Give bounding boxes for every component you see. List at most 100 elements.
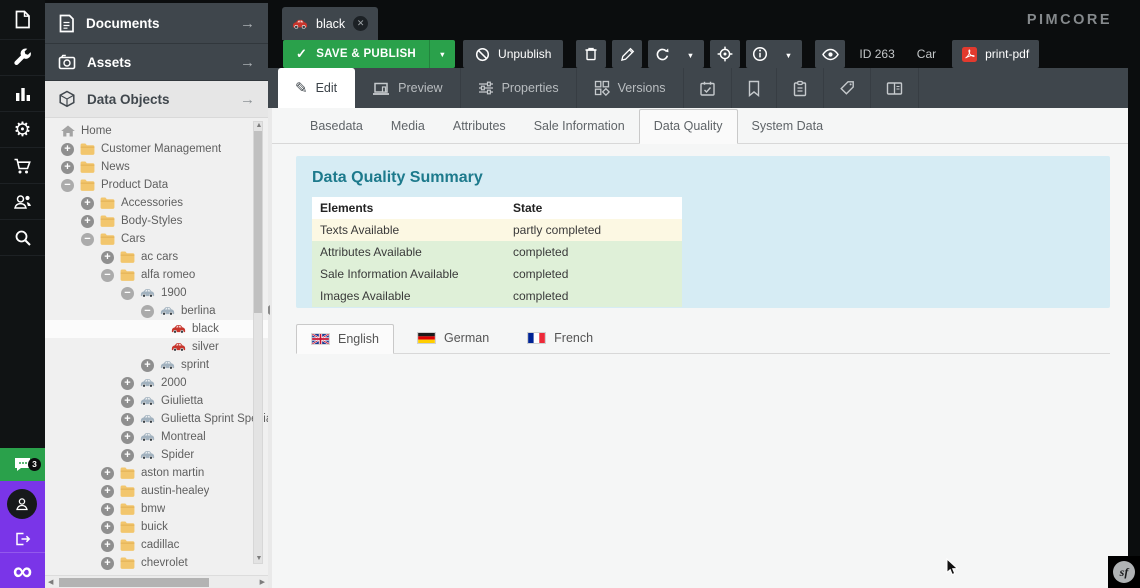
rail-ecommerce-button[interactable] — [0, 148, 45, 184]
expand-icon[interactable] — [121, 413, 134, 426]
tree-item-bmw[interactable]: bmw — [45, 500, 268, 518]
expand-icon[interactable] — [61, 143, 74, 156]
accordion-documents[interactable]: Documents — [45, 3, 268, 44]
tree-item-2000[interactable]: 2000 — [45, 374, 268, 392]
tree-item-buick[interactable]: buick — [45, 518, 268, 536]
tab-notes-events[interactable] — [777, 68, 824, 108]
collapse-icon[interactable] — [61, 179, 74, 192]
tree-item-gulietta-sprint-speciale[interactable]: Gulietta Sprint Specia — [45, 410, 268, 428]
expand-icon[interactable] — [121, 395, 134, 408]
scrollbar-thumb[interactable] — [59, 578, 209, 587]
tab-tags[interactable] — [824, 68, 871, 108]
pimcore-logo-mark[interactable] — [0, 552, 45, 588]
tree-horizontal-scrollbar[interactable] — [45, 575, 268, 588]
tab-translations[interactable] — [871, 68, 919, 108]
reload-button[interactable] — [648, 40, 676, 68]
rail-documents-button[interactable] — [0, 0, 45, 40]
reload-dropdown-button[interactable] — [676, 40, 704, 68]
collapse-icon[interactable] — [101, 269, 114, 282]
print-pdf-button[interactable]: print-pdf — [952, 40, 1039, 68]
rail-search-button[interactable] — [0, 220, 45, 256]
scroll-left-arrow[interactable] — [48, 578, 53, 587]
open-preview-button[interactable] — [815, 40, 845, 68]
tree-vertical-scrollbar[interactable] — [253, 121, 263, 564]
tree-item-cadillac[interactable]: cadillac — [45, 536, 268, 554]
tree-item-austin-healey[interactable]: austin-healey — [45, 482, 268, 500]
collapse-icon[interactable] — [141, 305, 154, 318]
rail-tools-button[interactable] — [0, 40, 45, 76]
accordion-data-objects[interactable]: Data Objects — [45, 81, 268, 118]
info-button[interactable] — [746, 40, 774, 68]
expand-icon[interactable] — [101, 521, 114, 534]
expand-icon[interactable] — [121, 449, 134, 462]
scroll-right-arrow[interactable] — [260, 578, 265, 587]
rail-customers-button[interactable] — [0, 184, 45, 220]
tree-item-sprint[interactable]: sprint — [45, 356, 268, 374]
avatar[interactable] — [7, 489, 37, 519]
close-icon[interactable] — [353, 16, 368, 31]
expand-icon[interactable] — [81, 215, 94, 228]
tab-basedata[interactable]: Basedata — [296, 110, 377, 143]
accordion-assets[interactable]: Assets — [45, 44, 268, 81]
info-dropdown-button[interactable] — [774, 40, 802, 68]
expand-icon[interactable] — [101, 557, 114, 570]
tree-item-accessories[interactable]: Accessories — [45, 194, 268, 212]
tab-dependencies[interactable] — [732, 68, 777, 108]
expand-icon[interactable] — [121, 377, 134, 390]
expand-icon[interactable] — [101, 539, 114, 552]
tree-item-home[interactable]: Home — [45, 122, 268, 140]
tab-schedule[interactable] — [684, 68, 732, 108]
tab-language-english[interactable]: English — [296, 324, 394, 354]
collapse-icon[interactable] — [121, 287, 134, 300]
tree-item-giulietta[interactable]: Giulietta — [45, 392, 268, 410]
scroll-down-arrow[interactable] — [255, 555, 263, 563]
tree-item-customer-management[interactable]: Customer Management — [45, 140, 268, 158]
tab-sale-information[interactable]: Sale Information — [520, 110, 639, 143]
tab-attributes[interactable]: Attributes — [439, 110, 520, 143]
expand-icon[interactable] — [101, 251, 114, 264]
tab-properties[interactable]: Properties — [461, 68, 577, 108]
tab-media[interactable]: Media — [377, 110, 439, 143]
reload-button-group[interactable] — [648, 40, 704, 68]
expand-icon[interactable] — [81, 197, 94, 210]
expand-icon[interactable] — [101, 467, 114, 480]
tree-item-aston-martin[interactable]: aston martin — [45, 464, 268, 482]
rename-button[interactable] — [612, 40, 642, 68]
tree-item-berlina[interactable]: berlina — [45, 302, 268, 320]
expand-icon[interactable] — [121, 431, 134, 444]
rail-settings-button[interactable] — [0, 112, 45, 148]
tree-item-montreal[interactable]: Montreal — [45, 428, 268, 446]
delete-button[interactable] — [576, 40, 606, 68]
scroll-up-arrow[interactable] — [255, 122, 263, 130]
logout-button[interactable] — [0, 525, 45, 553]
scrollbar-thumb[interactable] — [254, 131, 262, 313]
notifications-button[interactable]: 3 — [0, 448, 45, 481]
tab-language-french[interactable]: French — [512, 324, 608, 353]
expand-icon[interactable] — [101, 503, 114, 516]
expand-icon[interactable] — [141, 359, 154, 372]
tree-item-spider[interactable]: Spider — [45, 446, 268, 464]
tab-versions[interactable]: Versions — [577, 68, 684, 108]
tree-item-news[interactable]: News — [45, 158, 268, 176]
tab-preview[interactable]: Preview — [355, 68, 460, 108]
expand-icon[interactable] — [101, 485, 114, 498]
save-publish-button[interactable]: SAVE & PUBLISH — [283, 40, 455, 68]
tab-language-german[interactable]: German — [402, 324, 504, 353]
tree-item-chevrolet[interactable]: chevrolet — [45, 554, 268, 572]
tree-item-silver[interactable]: silver — [45, 338, 268, 356]
unpublish-button[interactable]: Unpublish — [463, 40, 563, 68]
tab-system-data[interactable]: System Data — [738, 110, 838, 143]
collapse-icon[interactable] — [81, 233, 94, 246]
tree-item-ac-cars[interactable]: ac cars — [45, 248, 268, 266]
tree-item-black[interactable]: black — [45, 320, 268, 338]
tree-item-alfa-romeo[interactable]: alfa romeo — [45, 266, 268, 284]
save-dropdown-button[interactable] — [429, 40, 455, 68]
tree-item-cars[interactable]: Cars — [45, 230, 268, 248]
tab-data-quality[interactable]: Data Quality — [639, 109, 738, 144]
tab-black[interactable]: black — [282, 7, 378, 40]
info-button-group[interactable] — [746, 40, 802, 68]
locate-in-tree-button[interactable] — [710, 40, 740, 68]
tree-item-product-data[interactable]: Product Data — [45, 176, 268, 194]
tree-item-body-styles[interactable]: Body-Styles — [45, 212, 268, 230]
symfony-toolbar-button[interactable]: sf — [1108, 556, 1140, 588]
